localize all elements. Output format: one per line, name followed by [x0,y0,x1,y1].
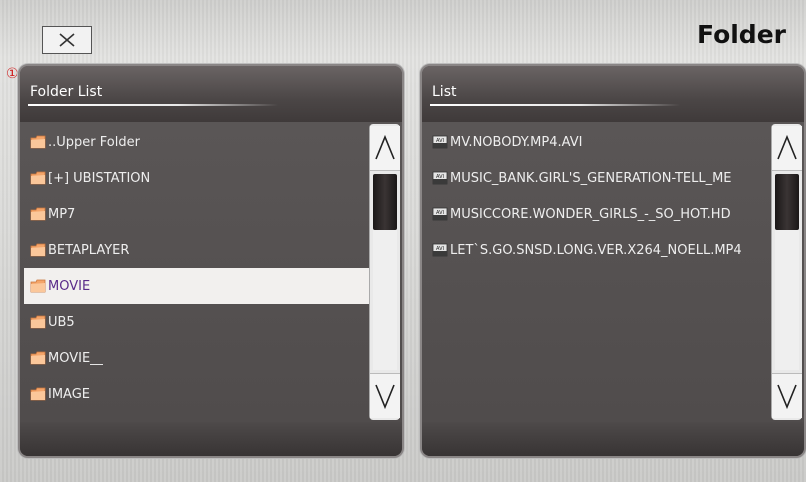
avi-file-icon: AVI [432,207,448,221]
avi-file-icon: AVI [432,243,448,257]
scroll-track[interactable] [373,230,397,370]
file-scrollbar[interactable] [771,124,802,420]
file-list-panel: List AVI MV.NOBODY.MP4.AVI AVI MUSIC_BAN… [420,64,806,458]
folder-item-ubistation[interactable]: [+] UBISTATION [24,160,370,196]
folder-icon [30,387,46,401]
scroll-up-button[interactable] [370,126,400,171]
chevron-down-icon [777,384,797,410]
scroll-down-button[interactable] [370,373,400,418]
folder-list-footer [20,422,402,456]
folder-icon [30,243,46,257]
folder-item-label: MOVIE__ [48,350,104,366]
folder-item-upper[interactable]: ..Upper Folder [24,124,370,160]
header-underline [28,104,278,106]
file-item-label: LET`S.GO.SNSD.LONG.VER.X264_NOELL.MP4 [450,242,742,258]
folder-item-label: BETAPLAYER [48,242,130,258]
folder-icon [30,351,46,365]
chevron-up-icon [777,134,797,160]
file-item-label: MUSIC_BANK.GIRL'S_GENERATION-TELL_ME [450,170,732,186]
folder-icon [30,315,46,329]
avi-file-icon: AVI [432,171,448,185]
folder-list-header: Folder List [20,66,402,122]
file-item[interactable]: AVI MUSIC_BANK.GIRL'S_GENERATION-TELL_ME [426,160,772,196]
file-list-footer [422,422,804,456]
folder-item-label: ..Upper Folder [48,134,140,150]
close-button[interactable] [42,26,92,54]
scroll-thumb[interactable] [373,174,397,230]
folder-item-mp7[interactable]: MP7 [24,196,370,232]
file-list-body: AVI MV.NOBODY.MP4.AVI AVI MUSIC_BANK.GIR… [422,122,804,422]
folder-item-movie2[interactable]: MOVIE__ [24,340,370,376]
chevron-up-icon [375,134,395,160]
folder-list-title: Folder List [30,84,103,100]
callout-marker-1: ① [6,66,19,82]
folder-item-label: MP7 [48,206,76,222]
folder-scrollbar[interactable] [369,124,400,420]
file-item-label: MUSICCORE.WONDER_GIRLS_-_SO_HOT.HD [450,206,731,222]
folder-icon [30,279,46,293]
folder-item-label: IMAGE [48,386,91,402]
svg-text:AVI: AVI [436,210,444,216]
file-item-label: MV.NOBODY.MP4.AVI [450,134,583,150]
folder-item-ub5[interactable]: UB5 [24,304,370,340]
folder-item-movie[interactable]: MOVIE [24,268,370,304]
scroll-track[interactable] [775,230,799,370]
file-list-title: List [432,84,457,100]
scroll-thumb[interactable] [775,174,799,230]
folder-item-image[interactable]: IMAGE [24,376,370,412]
folder-item-betaplayer[interactable]: BETAPLAYER [24,232,370,268]
file-list-header: List [422,66,804,122]
folder-icon [30,171,46,185]
scroll-up-button[interactable] [772,126,802,171]
folder-list-panel: Folder List ..Upper Folder [+] UBISTATIO… [18,64,404,458]
close-icon [59,33,75,47]
file-item[interactable]: AVI MV.NOBODY.MP4.AVI [426,124,772,160]
svg-text:AVI: AVI [436,246,444,252]
scroll-down-button[interactable] [772,373,802,418]
folder-item-label: [+] UBISTATION [48,170,151,186]
folder-item-label: UB5 [48,314,75,330]
folder-list-body: ..Upper Folder [+] UBISTATION MP7 BETAPL… [20,122,402,422]
avi-file-icon: AVI [432,135,448,149]
header-underline [430,104,680,106]
svg-text:AVI: AVI [436,138,444,144]
svg-text:AVI: AVI [436,174,444,180]
page-title: Folder [697,20,786,49]
file-item[interactable]: AVI LET`S.GO.SNSD.LONG.VER.X264_NOELL.MP… [426,232,772,268]
chevron-down-icon [375,384,395,410]
file-item[interactable]: AVI MUSICCORE.WONDER_GIRLS_-_SO_HOT.HD [426,196,772,232]
folder-icon [30,135,46,149]
folder-icon [30,207,46,221]
folder-item-label: MOVIE [48,278,91,294]
